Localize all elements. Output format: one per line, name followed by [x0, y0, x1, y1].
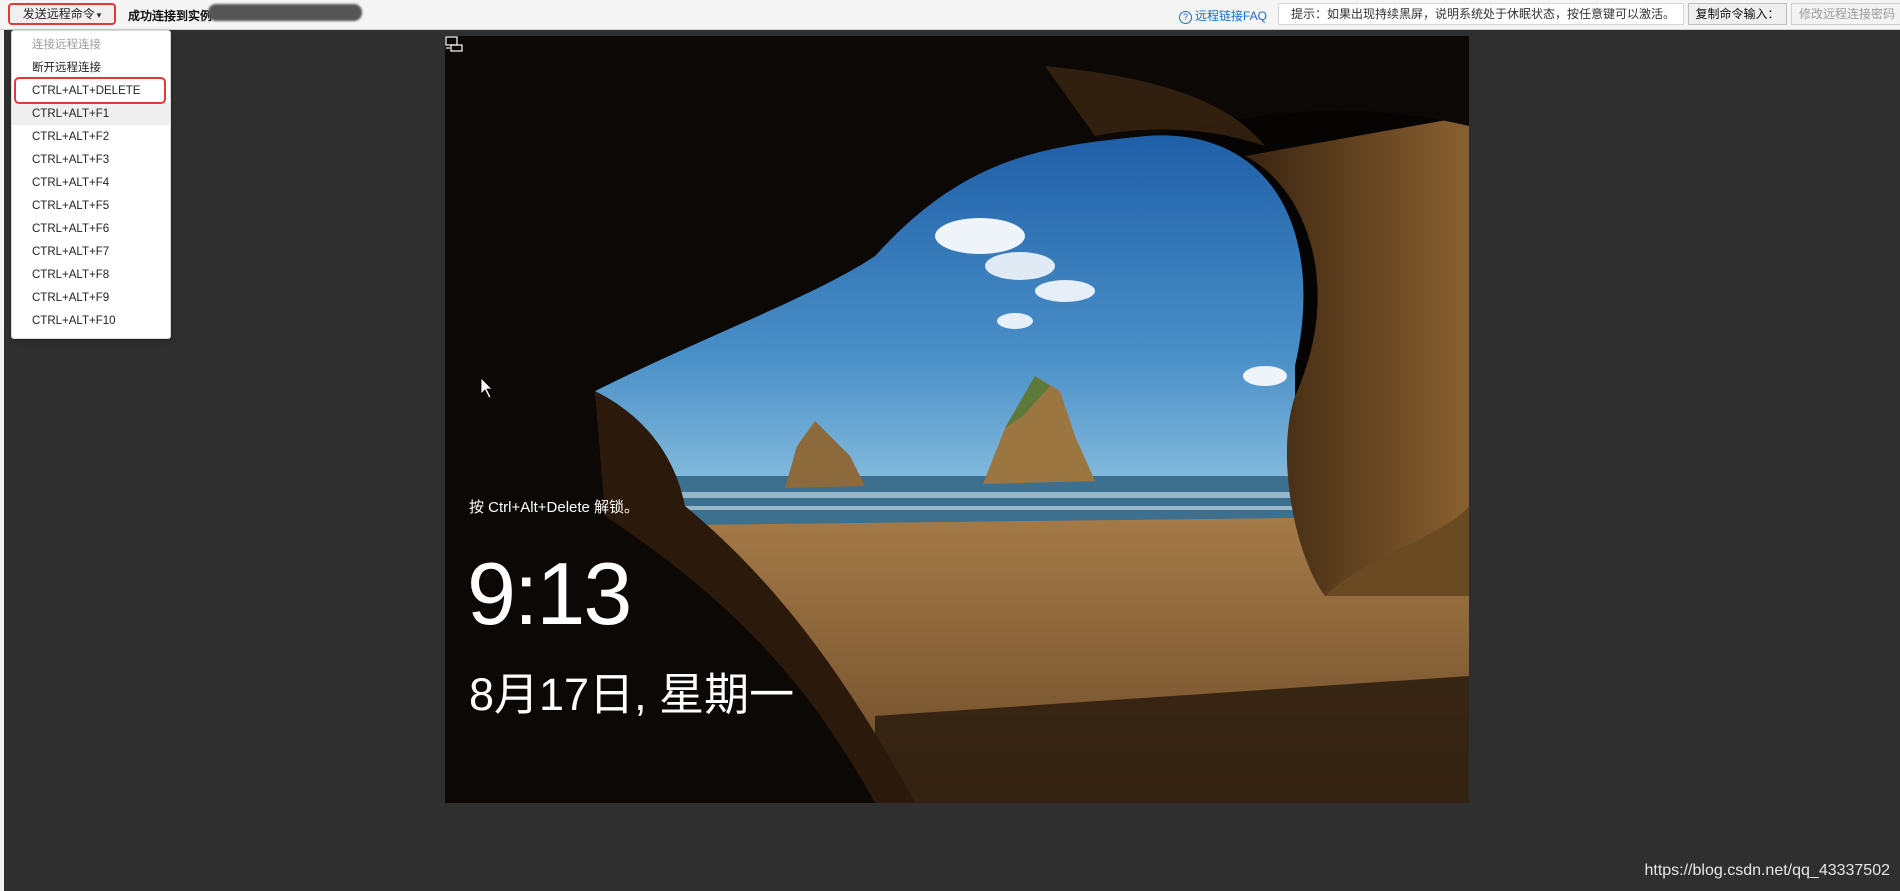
redacted-instance-id — [208, 4, 362, 21]
menu-item-ctrl-alt-f6[interactable]: CTRL+ALT+F6 — [12, 218, 170, 240]
connection-status: 成功连接到实例 — [128, 9, 213, 23]
hint-box: 提示：如果出现持续黑屏，说明系统处于休眠状态，按任意键可以激活。 — [1278, 3, 1684, 25]
network-icon[interactable] — [445, 36, 463, 52]
menu-item-ctrl-alt-f4[interactable]: CTRL+ALT+F4 — [12, 172, 170, 194]
menu-item-ctrl-alt-f8[interactable]: CTRL+ALT+F8 — [12, 264, 170, 286]
left-edge — [0, 30, 4, 891]
menu-item-disconnect[interactable]: 断开远程连接 — [12, 57, 170, 79]
unlock-hint: 按 Ctrl+Alt+Delete 解锁。 — [469, 499, 640, 516]
lockscreen-clock: 9:13 — [467, 544, 632, 643]
menu-item-ctrl-alt-f10[interactable]: CTRL+ALT+F10 — [12, 310, 170, 332]
top-toolbar: 发送远程命令 ▾ 成功连接到实例 ? 远程链接FAQ 提示：如果出现持续黑屏，说明系… — [0, 0, 1900, 30]
menu-item-ctrl-alt-f3[interactable]: CTRL+ALT+F3 — [12, 149, 170, 171]
modify-password-button[interactable]: 修改远程连接密码 — [1791, 3, 1900, 25]
chevron-down-icon: ▾ — [96, 10, 102, 20]
menu-item-ctrl-alt-f1[interactable]: CTRL+ALT+F1 — [12, 103, 170, 125]
send-remote-command-label: 发送远程命令 — [22, 7, 95, 21]
remote-command-dropdown: 连接远程连接 断开远程连接 CTRL+ALT+DELETE CTRL+ALT+F… — [11, 30, 171, 339]
menu-item-ctrl-alt-f7[interactable]: CTRL+ALT+F7 — [12, 241, 170, 263]
menu-item-ctrl-alt-f2[interactable]: CTRL+ALT+F2 — [12, 126, 170, 148]
menu-item-ctrl-alt-f9[interactable]: CTRL+ALT+F9 — [12, 287, 170, 309]
faq-link-label: 远程链接FAQ — [1195, 9, 1268, 23]
faq-link[interactable]: ? 远程链接FAQ — [1179, 7, 1267, 24]
copy-command-button[interactable]: 复制命令输入： — [1688, 3, 1787, 25]
watermark: https://blog.csdn.net/qq_43337502 — [1644, 862, 1890, 879]
menu-item-ctrl-alt-f5[interactable]: CTRL+ALT+F5 — [12, 195, 170, 217]
help-icon: ? — [1179, 11, 1192, 24]
lockscreen-date: 8月17日, 星期一 — [469, 669, 795, 720]
menu-item-connect[interactable]: 连接远程连接 — [12, 34, 170, 56]
remote-desktop-screen[interactable]: 按 Ctrl+Alt+Delete 解锁。 9:13 8月17日, 星期一 — [445, 36, 1469, 803]
menu-item-ctrl-alt-delete[interactable]: CTRL+ALT+DELETE — [12, 80, 170, 102]
send-remote-command-button[interactable]: 发送远程命令 ▾ — [8, 3, 116, 25]
